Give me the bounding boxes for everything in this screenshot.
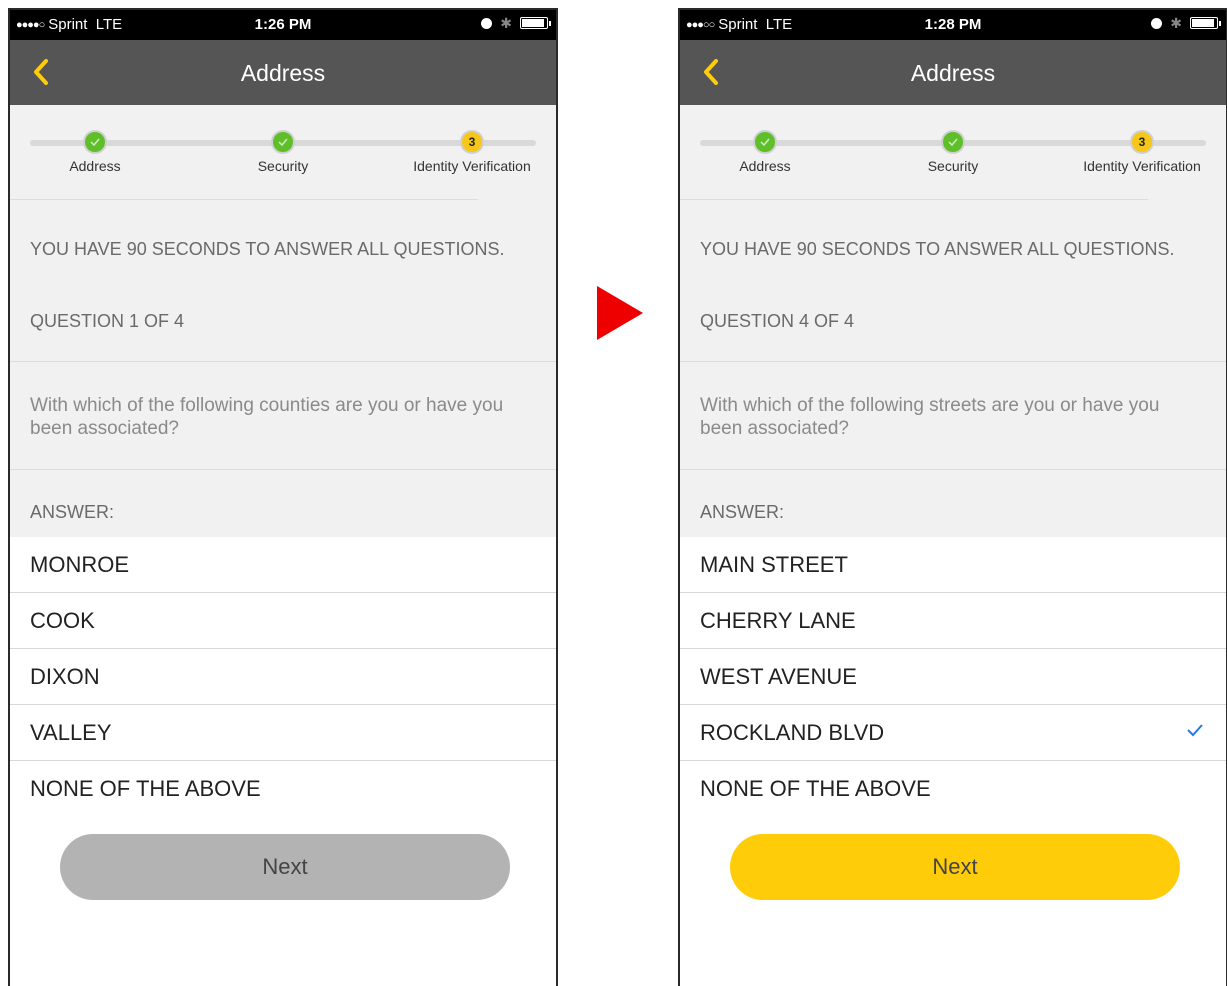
status-bar: ●●●○○ Sprint LTE 1:28 PM ✱ (680, 10, 1226, 40)
step-label: Security (257, 158, 309, 174)
step-address: Address (10, 130, 195, 174)
answer-option-label: NONE OF THE ABOVE (30, 776, 261, 801)
page-title: Address (240, 60, 326, 86)
phone-screen-before: ●●●●○ Sprint LTE 1:26 PM ✱ Address Addre… (8, 8, 558, 986)
battery-icon (520, 17, 551, 29)
answer-option[interactable]: DIXON (10, 649, 556, 705)
next-button[interactable]: Next (730, 834, 1180, 900)
answer-label: ANSWER: (700, 502, 785, 522)
answer-option-label: NONE OF THE ABOVE (700, 776, 931, 801)
status-time: 1:28 PM (924, 16, 982, 33)
step-label: Identity Verification (1083, 158, 1201, 174)
page-title: Address (910, 60, 996, 86)
answer-option[interactable]: CHERRY LANE (680, 593, 1226, 649)
question-count: QUESTION 1 OF 4 (30, 311, 185, 331)
answer-option[interactable]: VALLEY (10, 705, 556, 761)
answer-list: MONROE COOK DIXON VALLEY NONE OF THE ABO… (10, 537, 556, 817)
answer-option[interactable]: MONROE (10, 537, 556, 593)
answer-option[interactable]: WEST AVENUE (680, 649, 1226, 705)
step-label: Address (739, 158, 791, 174)
answer-option-label: DIXON (30, 663, 100, 689)
answer-option[interactable]: COOK (10, 593, 556, 649)
alarm-icon (1151, 17, 1163, 29)
answer-label: ANSWER: (30, 502, 115, 522)
progress-stepper: Address Security 3 Identity Verification (680, 105, 1226, 200)
step-label: Security (927, 158, 979, 174)
answer-option[interactable]: NONE OF THE ABOVE (680, 761, 1226, 817)
step-number: 3 (460, 130, 484, 154)
transition-arrow-icon (597, 286, 643, 340)
checkmark-icon (1187, 724, 1203, 737)
checkmark-icon (753, 130, 777, 154)
progress-stepper: Address Security 3 Identity Verification (10, 105, 556, 200)
status-bar: ●●●●○ Sprint LTE 1:26 PM ✱ (10, 10, 556, 40)
question-count: QUESTION 4 OF 4 (700, 311, 855, 331)
answer-option[interactable]: NONE OF THE ABOVE (10, 761, 556, 817)
step-label: Address (69, 158, 121, 174)
navigation-bar: Address (10, 40, 556, 105)
answer-option-label: COOK (30, 607, 95, 633)
question-text: With which of the following counties are… (30, 395, 504, 439)
question-header: Address Security 3 Identity Verification… (680, 105, 1226, 537)
time-limit-instructions: YOU HAVE 90 SECONDS TO ANSWER ALL QUESTI… (700, 239, 1175, 259)
status-time: 1:26 PM (254, 16, 312, 33)
step-number: 3 (1130, 130, 1154, 154)
step-identity-verification: 3 Identity Verification (372, 130, 556, 174)
next-button[interactable]: Next (60, 834, 510, 900)
checkmark-icon (83, 130, 107, 154)
alarm-icon (481, 17, 493, 29)
answer-option-label: VALLEY (30, 719, 112, 745)
divider (680, 199, 1148, 200)
answer-option-label: CHERRY LANE (700, 607, 856, 633)
question-text: With which of the following streets are … (700, 395, 1160, 439)
step-security: Security (183, 130, 383, 174)
checkmark-icon (941, 130, 965, 154)
divider (10, 199, 478, 200)
step-address: Address (680, 130, 865, 174)
question-header: Address Security 3 Identity Verification… (10, 105, 556, 537)
step-label: Identity Verification (413, 158, 531, 174)
time-limit-instructions: YOU HAVE 90 SECONDS TO ANSWER ALL QUESTI… (30, 239, 505, 259)
step-identity-verification: 3 Identity Verification (1042, 130, 1226, 174)
step-security: Security (853, 130, 1053, 174)
answer-option[interactable]: MAIN STREET (680, 537, 1226, 593)
checkmark-icon (271, 130, 295, 154)
bluetooth-icon: ✱ (1170, 15, 1182, 31)
answer-option-selected[interactable]: ROCKLAND BLVD (680, 705, 1226, 761)
answer-option-label: ROCKLAND BLVD (700, 719, 885, 745)
phone-screen-after: ●●●○○ Sprint LTE 1:28 PM ✱ Address Addre… (678, 8, 1227, 986)
battery-icon (1190, 17, 1221, 29)
navigation-bar: Address (680, 40, 1226, 105)
answer-option-label: MAIN STREET (700, 551, 848, 577)
answer-option-label: MONROE (30, 551, 129, 577)
answer-option-label: WEST AVENUE (700, 663, 857, 689)
bluetooth-icon: ✱ (500, 15, 512, 31)
answer-list: MAIN STREET CHERRY LANE WEST AVENUE ROCK… (680, 537, 1226, 817)
